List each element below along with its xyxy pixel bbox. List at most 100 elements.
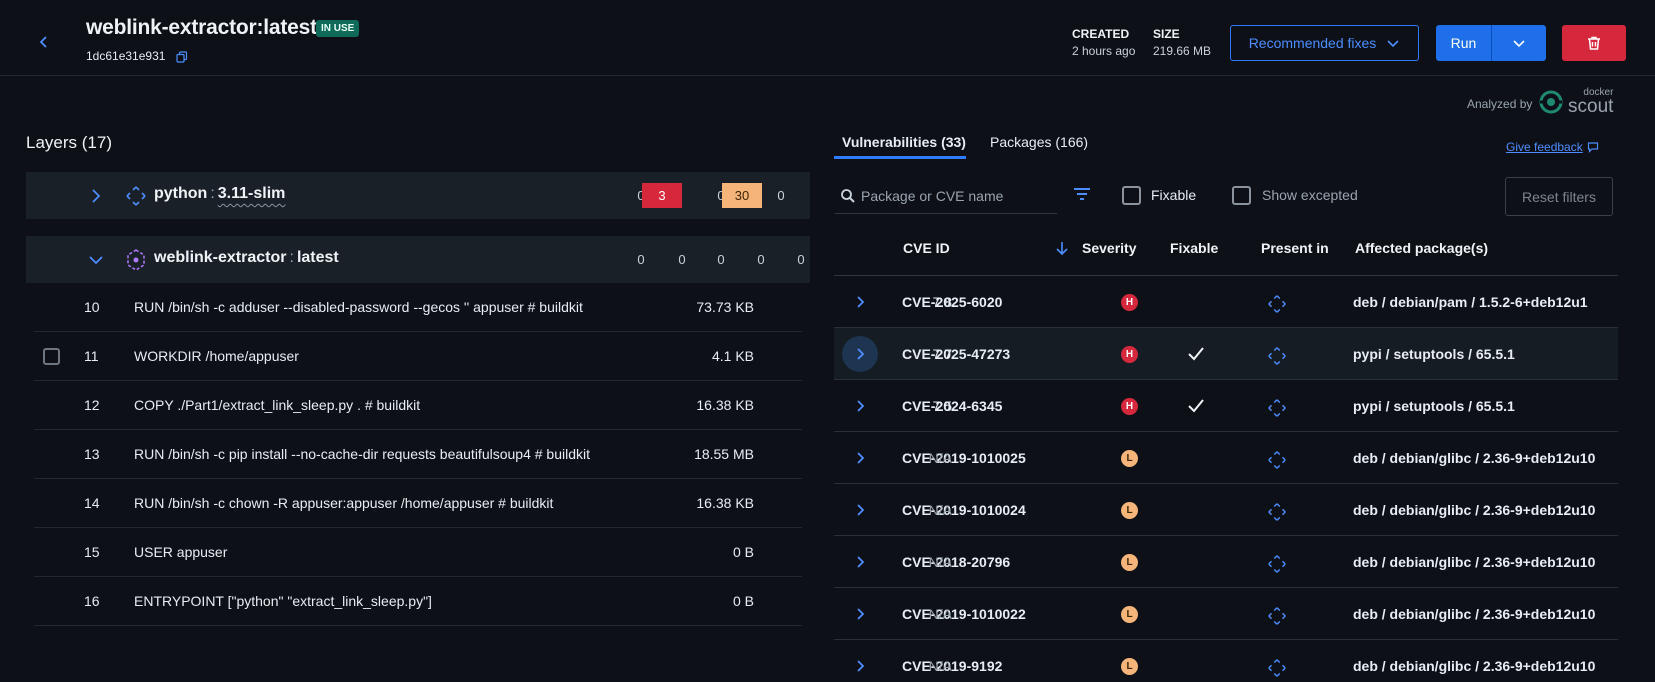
analyzed-by-label: Analyzed by (1467, 97, 1533, 111)
cve-id[interactable]: CVE-2019-1010024 (902, 502, 1026, 518)
layer-row[interactable]: 16 ENTRYPOINT ["python" "extract_link_sl… (34, 577, 802, 626)
cve-id[interactable]: CVE-2025-6020 (902, 294, 1002, 310)
expand-row-button[interactable] (842, 492, 878, 528)
reset-filters-button[interactable]: Reset filters (1505, 177, 1613, 216)
chevron-right-icon (857, 400, 865, 412)
severity-badge: H (1121, 346, 1138, 363)
chevron-down-icon[interactable] (86, 250, 106, 270)
base-image-icon[interactable] (1266, 657, 1288, 682)
layer-command: WORKDIR /home/appuser (134, 348, 299, 364)
give-feedback-label: Give feedback (1506, 140, 1583, 154)
give-feedback-link[interactable]: Give feedback (1506, 140, 1599, 154)
back-button[interactable] (30, 28, 58, 56)
run-options-button[interactable] (1492, 25, 1546, 61)
severity-badge: H (1121, 294, 1138, 311)
count-unspecified: 0 (777, 188, 785, 203)
show-excepted-checkbox[interactable] (1232, 186, 1251, 205)
base-image-icon[interactable] (1266, 605, 1288, 630)
layer-checkbox[interactable] (43, 348, 60, 365)
header: weblink-extractor:latest IN USE 1dc61e31… (0, 0, 1655, 76)
severity-score: N/A (928, 502, 952, 518)
affected-package: deb / debian/glibc / 2.36-9+deb12u10 (1353, 450, 1596, 466)
layer-size: 4.1 KB (711, 348, 754, 364)
size-value: 219.66 MB (1153, 44, 1212, 58)
column-header-severity[interactable]: Severity (1082, 240, 1136, 256)
layer-number: 12 (84, 397, 100, 413)
layer-row[interactable]: 10 RUN /bin/sh -c adduser --disabled-pas… (34, 283, 802, 332)
recommended-fixes-button[interactable]: Recommended fixes (1230, 25, 1419, 61)
vulnerability-row[interactable]: CVE-2019-1010022 N/A Ldeb / debian/glibc /… (834, 588, 1618, 640)
column-header-fixable[interactable]: Fixable (1170, 240, 1218, 256)
expand-row-button[interactable] (842, 596, 878, 632)
vulnerability-row[interactable]: CVE-2025-6020 7.8 Hdeb / debian/pam / 1.5.… (834, 276, 1618, 328)
cve-id[interactable]: CVE-2019-1010022 (902, 606, 1026, 622)
affected-package: deb / debian/glibc / 2.36-9+deb12u10 (1353, 658, 1596, 674)
severity-badge: L (1121, 658, 1138, 675)
affected-package: deb / debian/glibc / 2.36-9+deb12u10 (1353, 554, 1596, 570)
expand-row-button[interactable] (842, 544, 878, 580)
recommended-fixes-label: Recommended fixes (1248, 35, 1377, 51)
base-image-icon[interactable] (1266, 293, 1288, 318)
vulnerability-row[interactable]: CVE-2019-1010024 N/A Ldeb / debian/glibc /… (834, 484, 1618, 536)
layer-row[interactable]: 15 USER appuser 0 B (34, 528, 802, 577)
chevron-left-icon (39, 36, 47, 48)
vulnerability-row[interactable]: CVE-2024-6345 7.5 Hpypi / setuptools / 65.… (834, 380, 1618, 432)
layer-command: RUN /bin/sh -c adduser --disabled-passwo… (134, 299, 583, 315)
base-image-icon[interactable] (1266, 397, 1288, 422)
filter-icon[interactable] (1072, 184, 1092, 207)
image-digest: 1dc61e31e931 (86, 49, 166, 63)
count-low: 30 (722, 183, 762, 208)
expand-row-button[interactable] (842, 284, 878, 320)
active-tab-indicator (834, 156, 966, 159)
run-button[interactable]: Run (1436, 25, 1492, 61)
layer-row[interactable]: 13 RUN /bin/sh -c pip install --no-cache… (34, 430, 802, 479)
fixable-check-icon (1186, 344, 1206, 367)
vulnerability-row[interactable]: CVE-2019-1010025 N/A Ldeb / debian/glibc /… (834, 432, 1618, 484)
feedback-icon (1587, 142, 1598, 153)
chevron-right-icon[interactable] (86, 186, 106, 206)
column-header-cve-id[interactable]: CVE ID (903, 240, 950, 256)
tab-packages[interactable]: Packages (166) (990, 134, 1088, 150)
cve-id[interactable]: CVE-2024-6345 (902, 398, 1002, 414)
column-header-present-in[interactable]: Present in (1261, 240, 1329, 256)
copy-icon[interactable] (176, 50, 188, 66)
layer-size: 0 B (732, 544, 754, 560)
layer-size: 73.73 KB (696, 299, 754, 315)
count-medium: 0 (717, 252, 725, 267)
docker-scout-logo: docker scout (1538, 88, 1613, 116)
expand-row-button[interactable] (842, 336, 878, 372)
sort-descending-icon[interactable] (1054, 240, 1070, 259)
search-input[interactable] (861, 184, 1055, 208)
vulnerability-row[interactable]: CVE-2019-9192 N/A Ldeb / debian/glibc / 2.… (834, 640, 1618, 682)
fixable-checkbox[interactable] (1122, 186, 1141, 205)
expand-row-button[interactable] (842, 440, 878, 476)
expand-row-button[interactable] (842, 648, 878, 682)
layer-row[interactable]: 12 COPY ./Part1/extract_link_sleep.py . … (34, 381, 802, 430)
base-image-icon[interactable] (1266, 449, 1288, 474)
severity-badge: L (1121, 606, 1138, 623)
layer-row[interactable]: 11 WORKDIR /home/appuser 4.1 KB (34, 332, 802, 381)
delete-button[interactable] (1562, 25, 1626, 61)
layer-number: 14 (84, 495, 100, 511)
severity-score: N/A (928, 450, 952, 466)
expand-row-button[interactable] (842, 388, 878, 424)
layer-number: 16 (84, 593, 100, 609)
affected-package: pypi / setuptools / 65.5.1 (1353, 398, 1515, 414)
column-header-affected-packages[interactable]: Affected package(s) (1355, 240, 1488, 256)
base-image-icon[interactable] (1266, 501, 1288, 526)
base-image-icon[interactable] (1266, 345, 1288, 370)
cve-id[interactable]: CVE-2019-1010025 (902, 450, 1026, 466)
tab-vulnerabilities[interactable]: Vulnerabilities (33) (842, 134, 966, 150)
search-box (835, 178, 1057, 214)
cve-id[interactable]: CVE-2025-47273 (902, 346, 1010, 362)
layer-number: 15 (84, 544, 100, 560)
vulnerability-row[interactable]: CVE-2018-20796 N/A Ldeb / debian/glibc / 2… (834, 536, 1618, 588)
in-use-badge: IN USE (316, 20, 360, 37)
layer-group-python[interactable]: python:3.11-slim 0 3 0 30 0 (26, 172, 810, 219)
layer-row[interactable]: 14 RUN /bin/sh -c chown -R appuser:appus… (34, 479, 802, 528)
layer-group-weblink-extractor[interactable]: weblink-extractor: latest 0 0 0 0 0 (26, 236, 810, 283)
vulnerability-row[interactable]: CVE-2025-47273 7.7 Hpypi / setuptools / 65… (834, 328, 1618, 380)
base-image-icon[interactable] (1266, 553, 1288, 578)
cve-id[interactable]: CVE-2019-9192 (902, 658, 1002, 674)
cve-id[interactable]: CVE-2018-20796 (902, 554, 1010, 570)
